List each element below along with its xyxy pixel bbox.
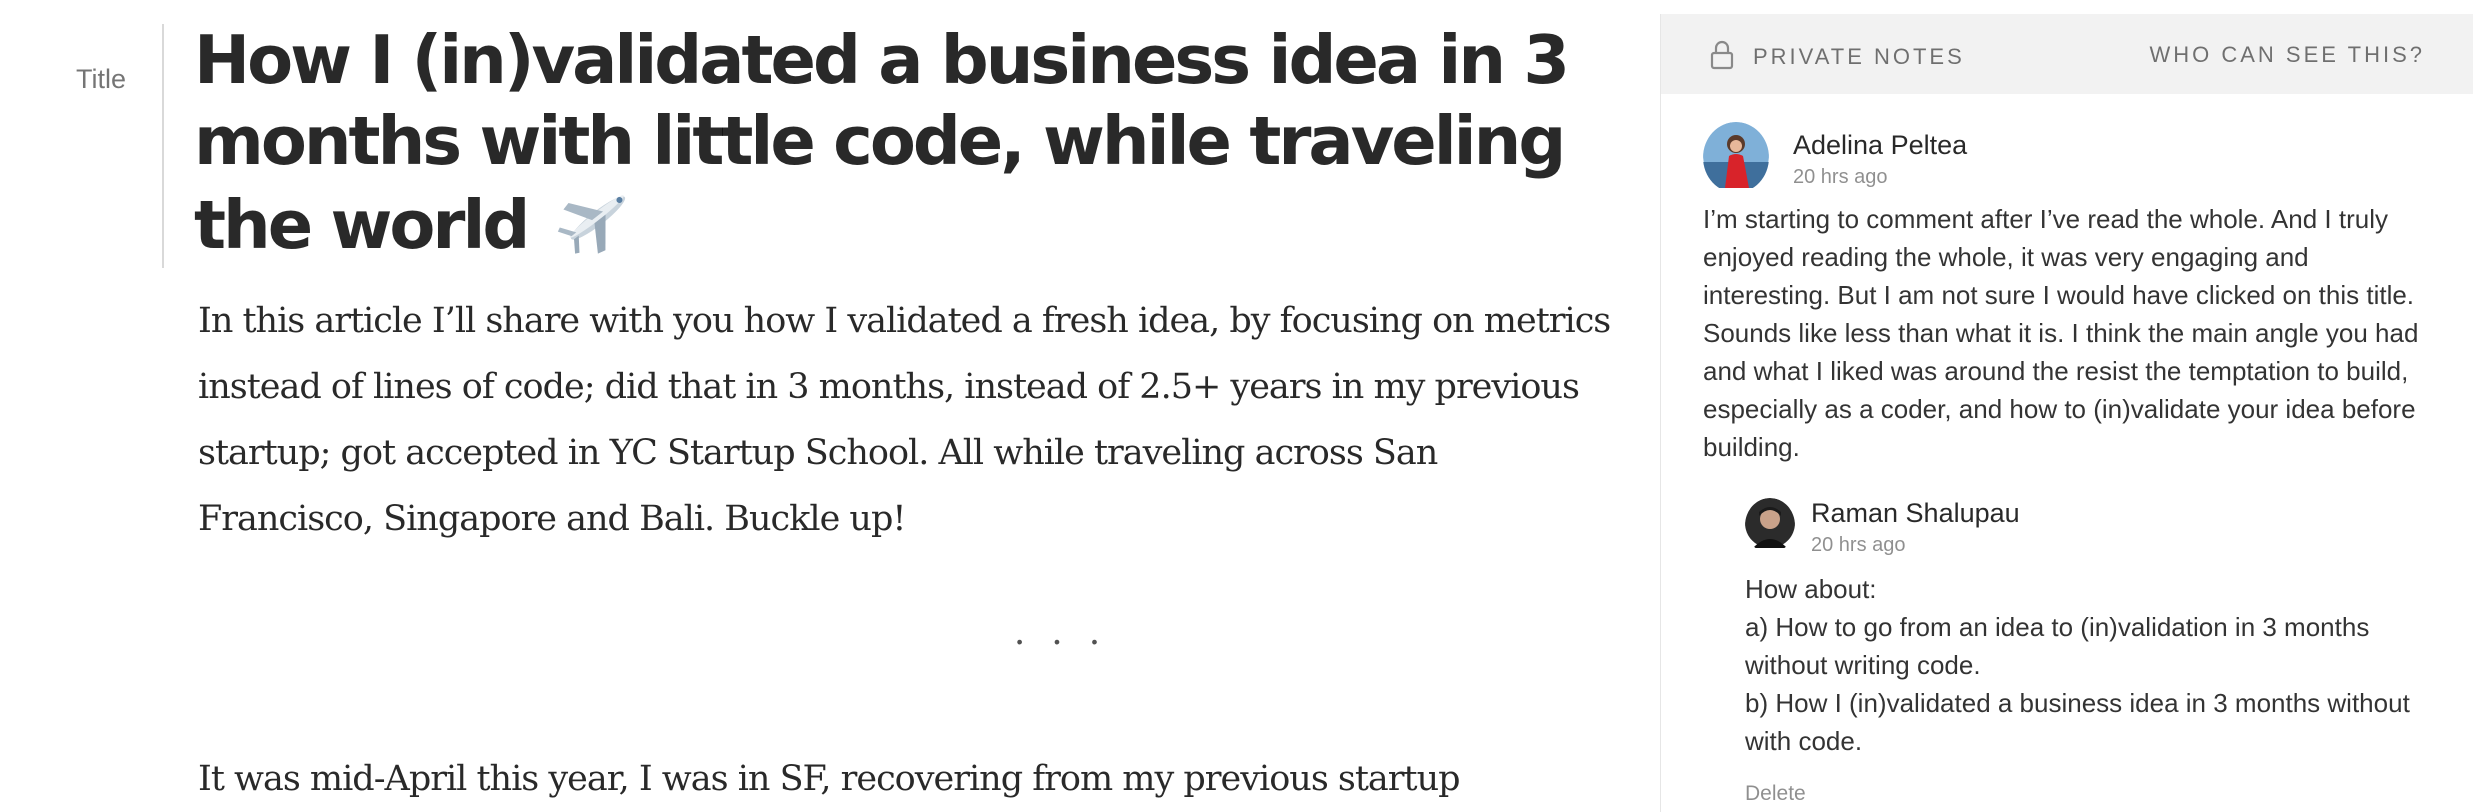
reply-line: a) How to go from an idea to (in)validat… [1745, 612, 2370, 680]
reply-line: b) How I (in)validated a business idea i… [1745, 688, 2410, 756]
reply-author[interactable]: Raman Shalupau [1811, 498, 2020, 529]
section-separator: ... [1013, 612, 1127, 653]
story-body-paragraph[interactable]: It was mid-April this year, I was in SF,… [198, 746, 1618, 812]
comment-timestamp: 20 hrs ago [1793, 166, 1888, 188]
private-notes-title: PRIVATE NOTES [1753, 44, 1965, 69]
who-can-see-link[interactable]: WHO CAN SEE THIS? [2149, 42, 2425, 68]
delete-note-button[interactable]: Delete [1745, 782, 1806, 806]
lock-icon [1709, 40, 1735, 75]
avatar[interactable] [1745, 498, 1795, 553]
private-notes-header: PRIVATE NOTES WHO CAN SEE THIS? [1661, 14, 2473, 94]
reply-text: How about: a) How to go from an idea to … [1745, 570, 2445, 760]
airplane-icon [556, 182, 640, 272]
section-divider [162, 24, 164, 268]
story-title[interactable]: How I (in)validated a business idea in 3… [194, 20, 1634, 272]
title-section-label: Title [76, 64, 127, 94]
reply-line: How about: [1745, 574, 1877, 604]
comment-author[interactable]: Adelina Peltea [1793, 130, 1967, 161]
story-editor: Title How I (in)validated a business ide… [0, 0, 1660, 812]
story-title-text[interactable]: How I (in)validated a business idea in 3… [194, 21, 1570, 264]
comment-text: I’m starting to comment after I’ve read … [1703, 204, 2419, 462]
story-intro-paragraph[interactable]: In this article I’ll share with you how … [198, 288, 1618, 552]
avatar[interactable] [1703, 122, 1769, 193]
private-notes-panel: PRIVATE NOTES WHO CAN SEE THIS? Adelina … [1660, 14, 2473, 812]
reply-timestamp: 20 hrs ago [1811, 534, 1906, 556]
